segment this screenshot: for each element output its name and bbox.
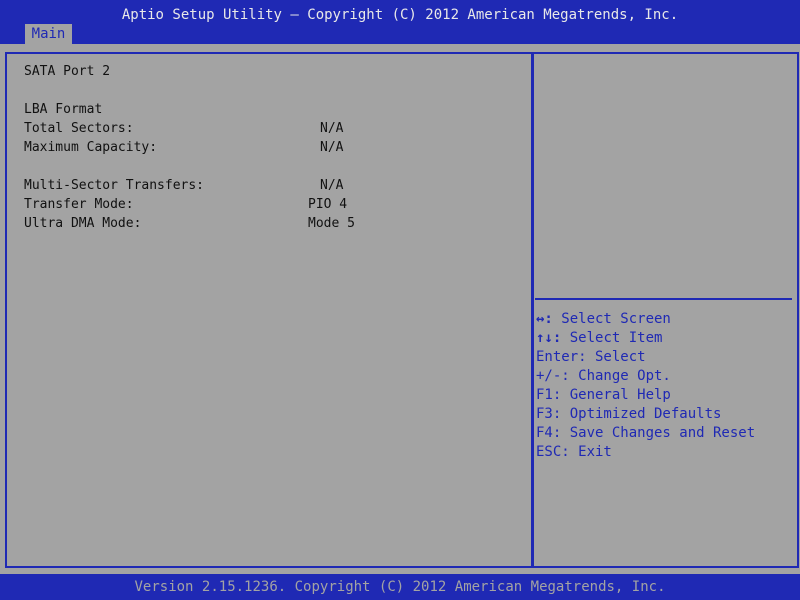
transfer-mode-value: PIO 4 — [308, 197, 348, 212]
footer-bar: Version 2.15.1236. Copyright (C) 2012 Am… — [0, 574, 800, 600]
maximum-capacity-label: Maximum Capacity: — [24, 140, 158, 155]
setup-main-area: SATA Port 2 LBA Format Total Sectors: N/… — [0, 44, 800, 574]
help-item-exit: ESC: Exit — [536, 443, 612, 461]
header-bar: Aptio Setup Utility – Copyright (C) 2012… — [0, 0, 800, 44]
multi-sector-transfers-value: N/A — [320, 178, 344, 193]
tab-main[interactable]: Main — [25, 24, 72, 44]
multi-sector-transfers-label: Multi-Sector Transfers: — [24, 178, 205, 193]
change-option-text: +/-: Change Opt. — [536, 368, 671, 384]
select-screen-text: Select Screen — [552, 311, 671, 327]
help-item-save-reset: F4: Save Changes and Reset — [536, 424, 755, 442]
help-item-select-screen: ↔: Select Screen — [536, 310, 671, 328]
maximum-capacity-value: N/A — [320, 140, 344, 155]
version-text: Version 2.15.1236. Copyright (C) 2012 Am… — [134, 579, 666, 595]
optimized-defaults-text: F3: Optimized Defaults — [536, 406, 722, 422]
help-item-change-option: +/-: Change Opt. — [536, 367, 671, 385]
total-sectors-value: N/A — [320, 121, 344, 136]
save-reset-text: F4: Save Changes and Reset — [536, 425, 756, 441]
help-item-select-item: ↑↓: Select Item — [536, 329, 662, 347]
app-title: Aptio Setup Utility – Copyright (C) 2012… — [121, 7, 679, 23]
help-divider — [535, 298, 792, 300]
transfer-mode-label: Transfer Mode: — [24, 197, 134, 212]
section-title: SATA Port 2 — [24, 64, 111, 79]
ultra-dma-mode-value: Mode 5 — [308, 216, 355, 231]
help-item-general-help: F1: General Help — [536, 386, 671, 404]
general-help-text: F1: General Help — [536, 387, 671, 403]
exit-help-text: ESC: Exit — [536, 444, 612, 460]
help-item-enter: Enter: Select — [536, 348, 646, 366]
subsection-title: LBA Format — [24, 102, 103, 117]
select-item-text: Select Item — [561, 330, 663, 346]
select-screen-key: ↔: — [536, 311, 553, 327]
help-item-optimized-defaults: F3: Optimized Defaults — [536, 405, 721, 423]
enter-help-text: Enter: Select — [536, 349, 646, 365]
select-item-key: ↑↓: — [536, 330, 562, 346]
ultra-dma-mode-label: Ultra DMA Mode: — [24, 216, 142, 231]
total-sectors-label: Total Sectors: — [24, 121, 134, 136]
